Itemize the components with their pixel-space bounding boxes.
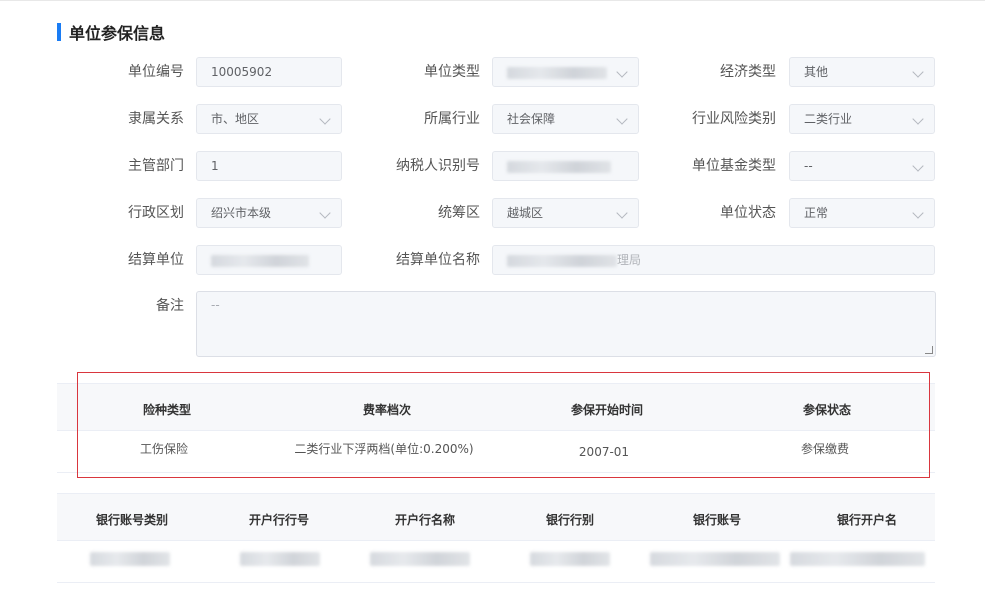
settlement-unit-field[interactable] xyxy=(196,245,342,275)
pooling-region-select[interactable]: 越城区 xyxy=(492,198,639,228)
col-bank-account: 银行账号 xyxy=(692,513,741,527)
industry-value: 社会保障 xyxy=(507,112,556,126)
admin-region-label: 行政区划 xyxy=(128,205,184,221)
unit-status-label: 单位状态 xyxy=(720,205,776,221)
affiliation-label: 隶属关系 xyxy=(128,111,184,127)
redacted-value xyxy=(240,552,320,566)
supervisor-dept-label: 主管部门 xyxy=(128,158,184,174)
remark-textarea[interactable]: -- xyxy=(196,291,936,357)
section-accent-bar xyxy=(57,23,61,41)
unit-code-field[interactable]: 10005902 xyxy=(196,57,342,87)
chevron-down-icon xyxy=(616,207,628,219)
supervisor-dept-field[interactable]: 1 xyxy=(196,151,342,181)
chevron-down-icon xyxy=(616,113,628,125)
fund-type-value: -- xyxy=(804,159,813,173)
industry-select[interactable]: 社会保障 xyxy=(492,104,639,134)
industry-risk-label: 行业风险类别 xyxy=(692,111,776,127)
chevron-down-icon xyxy=(912,113,924,125)
chevron-down-icon xyxy=(912,66,924,78)
resize-handle-icon[interactable] xyxy=(925,346,933,354)
supervisor-dept-value: 1 xyxy=(211,159,219,173)
affiliation-select[interactable]: 市、地区 xyxy=(196,104,342,134)
highlight-box xyxy=(77,372,930,478)
unit-code-label: 单位编号 xyxy=(128,64,184,80)
redacted-value xyxy=(370,552,470,566)
settlement-unit-name-field[interactable]: 理局 xyxy=(492,245,935,275)
redacted-value xyxy=(211,254,309,267)
redacted-value xyxy=(507,160,611,173)
remark-label: 备注 xyxy=(156,298,184,314)
redacted-value xyxy=(507,254,617,267)
redacted-value xyxy=(530,552,610,566)
section-header: 单位参保信息 xyxy=(57,22,166,43)
redacted-value xyxy=(507,66,607,79)
chevron-down-icon xyxy=(319,113,331,125)
pooling-region-label: 统筹区 xyxy=(438,205,480,221)
unit-code-value: 10005902 xyxy=(211,65,273,79)
unit-type-select[interactable] xyxy=(492,57,639,87)
table-divider xyxy=(57,582,935,583)
economic-type-value: 其他 xyxy=(804,65,829,79)
industry-risk-select[interactable]: 二类行业 xyxy=(789,104,935,134)
redacted-value xyxy=(790,552,925,566)
unit-status-select[interactable]: 正常 xyxy=(789,198,935,228)
taxpayer-id-field[interactable] xyxy=(492,151,639,181)
section-title: 单位参保信息 xyxy=(69,24,166,43)
industry-risk-value: 二类行业 xyxy=(804,112,853,126)
industry-label: 所属行业 xyxy=(424,111,480,127)
col-bank-name: 开户行名称 xyxy=(394,513,455,527)
col-bank-account-type: 银行账号类别 xyxy=(95,513,168,527)
col-bank-category: 银行行别 xyxy=(545,513,594,527)
fund-type-label: 单位基金类型 xyxy=(692,158,776,174)
admin-region-value: 绍兴市本级 xyxy=(211,206,272,220)
bank-table-header: 银行账号类别 开户行行号 开户行名称 银行行别 银行账号 银行开户名 xyxy=(57,493,935,541)
pooling-region-value: 越城区 xyxy=(507,206,544,220)
col-account-holder: 银行开户名 xyxy=(836,513,897,527)
fund-type-select[interactable]: -- xyxy=(789,151,935,181)
unit-status-value: 正常 xyxy=(804,206,829,220)
economic-type-select[interactable]: 其他 xyxy=(789,57,935,87)
col-bank-code: 开户行行号 xyxy=(248,513,309,527)
chevron-down-icon xyxy=(319,207,331,219)
top-divider xyxy=(0,0,985,1)
settlement-unit-name-visible-tail: 理局 xyxy=(617,253,642,267)
chevron-down-icon xyxy=(912,160,924,172)
settlement-unit-name-label: 结算单位名称 xyxy=(396,252,480,268)
chevron-down-icon xyxy=(616,66,628,78)
taxpayer-id-label: 纳税人识别号 xyxy=(396,158,480,174)
unit-type-label: 单位类型 xyxy=(424,64,480,80)
redacted-value xyxy=(90,552,170,566)
affiliation-value: 市、地区 xyxy=(211,112,260,126)
redacted-value xyxy=(650,552,780,566)
remark-value: -- xyxy=(211,298,220,312)
admin-region-select[interactable]: 绍兴市本级 xyxy=(196,198,342,228)
chevron-down-icon xyxy=(912,207,924,219)
economic-type-label: 经济类型 xyxy=(720,64,776,80)
settlement-unit-label: 结算单位 xyxy=(128,252,184,268)
